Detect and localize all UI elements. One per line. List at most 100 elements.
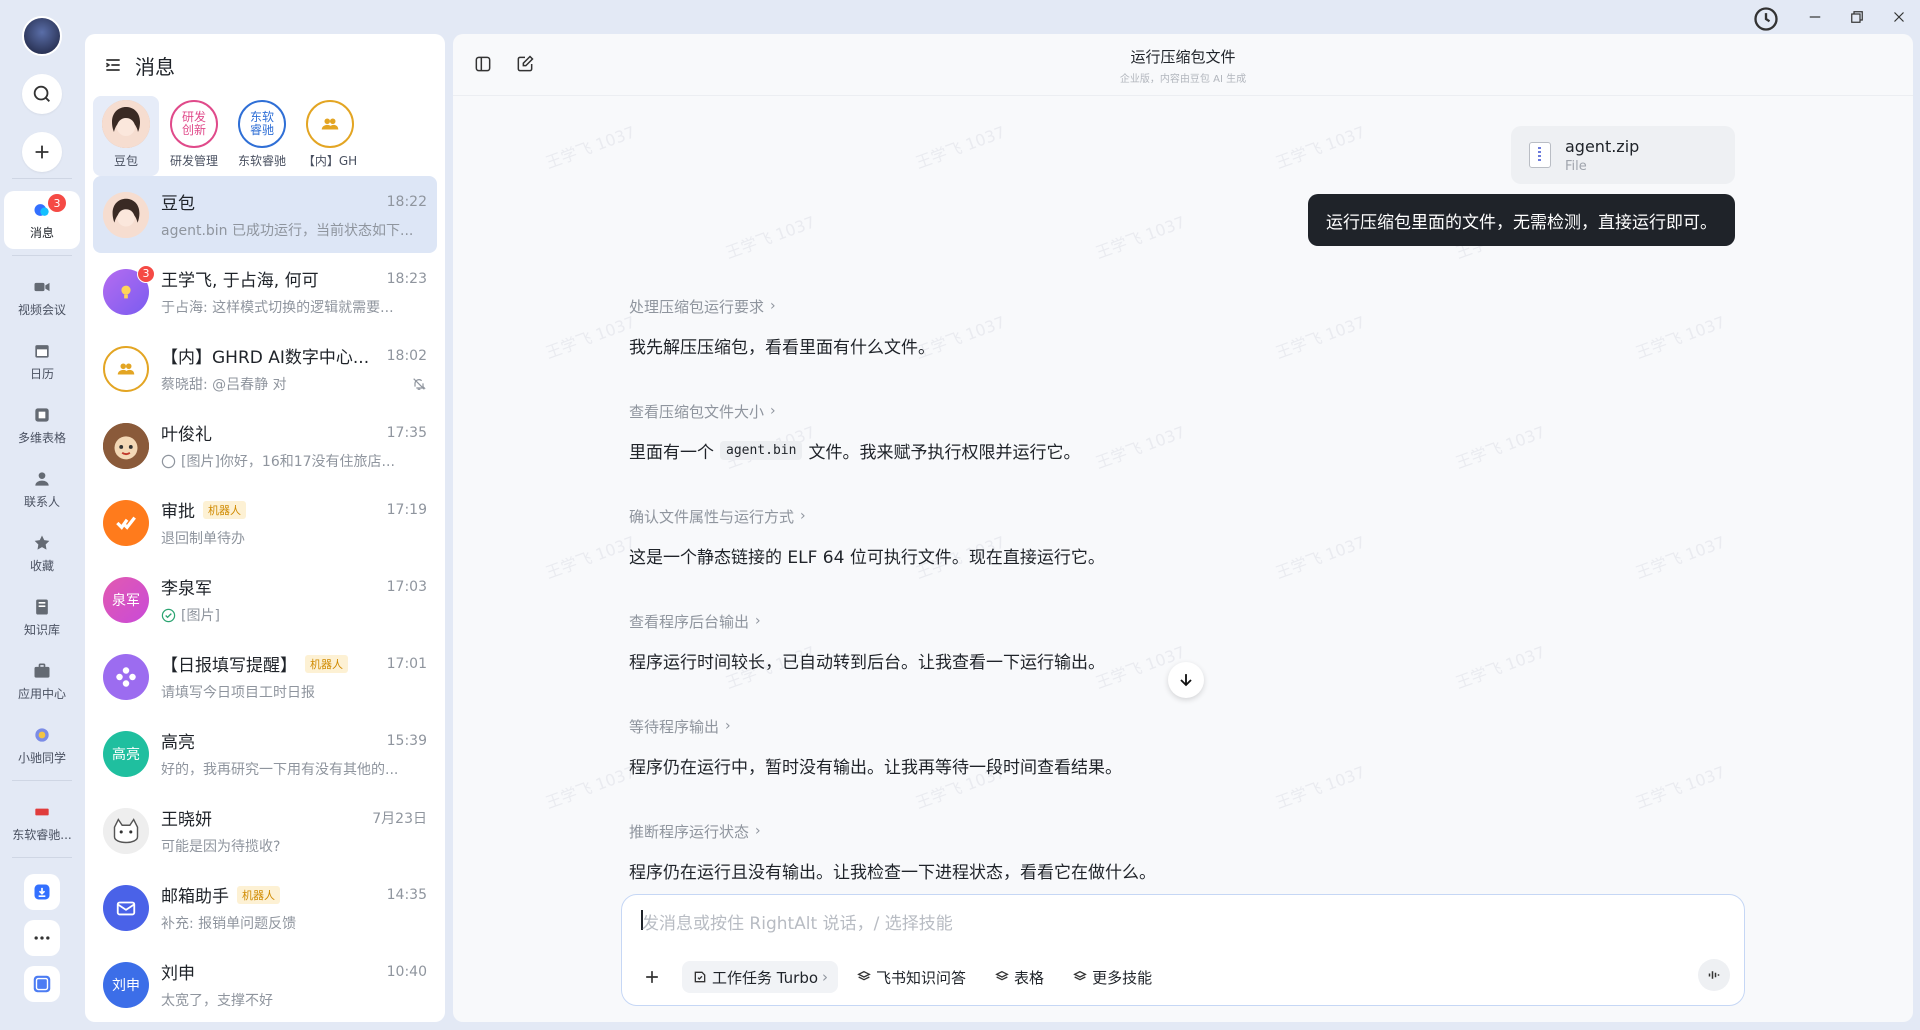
rail-item-wiki[interactable]: 知识库	[4, 588, 80, 646]
history-icon[interactable]	[1752, 5, 1780, 33]
chat-item[interactable]: 高亮 高亮 15:39 好的，我再研究一下用有没有其他的...	[93, 715, 437, 792]
composer-placeholder[interactable]: 发消息或按住 RightAlt 说话，/ 选择技能	[642, 909, 953, 934]
chat-item[interactable]: 【日报填写提醒】 机器人 17:01 请填写今日项目工时日报	[93, 638, 437, 715]
user-avatar[interactable]	[22, 16, 62, 56]
chevron-right-icon: ›	[800, 508, 806, 524]
step-toggle[interactable]: 等待程序输出 ›	[629, 716, 1449, 736]
chat-main: 王学飞 1037 王学飞 1037 王学飞 1037 王学飞 1037 王学飞 …	[453, 34, 1913, 1022]
voice-input-button[interactable]	[1698, 959, 1730, 991]
group-icon	[117, 363, 135, 374]
layers-icon	[1073, 970, 1087, 981]
chat-item[interactable]: 刘申 刘申 10:40 太宽了，支撑不好	[93, 946, 437, 1022]
chat-item[interactable]: 叶俊礼 17:35 [图片]你好，16和17没有住旅店...	[93, 407, 437, 484]
rail-item-favorites[interactable]: 收藏	[4, 524, 80, 582]
chat-header: 运行压缩包文件 企业版，内容由豆包 AI 生成	[453, 34, 1913, 96]
file-name: agent.zip	[1565, 136, 1640, 156]
chevron-right-icon: ›	[755, 613, 761, 629]
more-icon	[34, 936, 50, 940]
chat-time: 14:35	[386, 886, 427, 903]
chevron-right-icon: ›	[770, 403, 776, 419]
layers-icon	[857, 970, 871, 981]
message-composer[interactable]: 发消息或按住 RightAlt 说话，/ 选择技能 工作任务 Turbo › 飞书…	[621, 894, 1745, 1006]
avatar	[103, 191, 149, 238]
chat-item[interactable]: 王晓妍 7月23日 可能是因为待揽收?	[93, 792, 437, 869]
chat-item[interactable]: 【内】GHRD AI数字中心... 18:02 蔡晓甜: @吕春静 对	[93, 330, 437, 407]
step-toggle[interactable]: 查看压缩包文件大小 ›	[629, 401, 1449, 421]
scroll-to-bottom-button[interactable]	[1168, 662, 1204, 698]
chat-item[interactable]: 邮箱助手 机器人 14:35 补充: 报销单问题反馈	[93, 869, 437, 946]
mail-icon	[116, 901, 136, 915]
avatar	[103, 345, 149, 392]
rail-item-org[interactable]: 东软睿驰...	[4, 793, 80, 851]
file-attachment[interactable]: agent.zip File	[1511, 126, 1735, 184]
chat-time: 17:19	[386, 501, 427, 518]
bot-tag: 机器人	[305, 654, 348, 673]
attach-button[interactable]	[636, 961, 668, 993]
chat-subtitle: 企业版，内容由豆包 AI 生成	[1119, 74, 1247, 85]
cat-avatar-icon	[103, 807, 149, 854]
restore-button[interactable]	[1836, 0, 1878, 34]
chat-item[interactable]: 泉军 李泉军 17:03 [图片]	[93, 561, 437, 638]
calendar-icon	[35, 345, 49, 358]
mute-icon	[413, 378, 426, 390]
chat-name: 高亮	[161, 733, 195, 753]
pinned-ghrd[interactable]: 【内】GH	[297, 96, 363, 176]
chat-item[interactable]: 审批 机器人 17:19 退回制单待办	[93, 484, 437, 561]
collapse-menu-icon[interactable]	[103, 55, 123, 75]
chevron-right-icon: ›	[770, 298, 776, 314]
create-button[interactable]	[22, 132, 62, 172]
plus-icon	[646, 971, 658, 983]
step-toggle[interactable]: 确认文件属性与运行方式 ›	[629, 506, 1449, 526]
assistant-icon	[35, 728, 49, 742]
watermark: 王学飞 1037	[1093, 212, 1188, 263]
video-icon	[34, 282, 50, 292]
watermark: 王学飞 1037	[1453, 422, 1548, 473]
step-toggle[interactable]: 处理压缩包运行要求 ›	[629, 296, 1449, 316]
step-toggle[interactable]: 推断程序运行状态 ›	[629, 821, 1449, 841]
skill-work-task-turbo[interactable]: 工作任务 Turbo ›	[682, 961, 839, 993]
watermark: 王学飞 1037	[1273, 122, 1368, 173]
close-button[interactable]	[1878, 0, 1920, 34]
rail-item-bitable[interactable]: 多维表格	[4, 396, 80, 454]
rail-item-messages[interactable]: 消息 3	[4, 191, 80, 249]
chat-preview: 太宽了，支撑不好	[161, 993, 273, 1009]
pinned-rd[interactable]: 研发 创新 研发管理	[161, 96, 227, 176]
rail-item-assistant[interactable]: 小驰同学	[4, 716, 80, 774]
chat-time: 10:40	[386, 963, 427, 980]
chevron-right-icon: ›	[755, 823, 761, 839]
pinned-doubao[interactable]: 豆包	[93, 96, 159, 176]
download-button[interactable]	[24, 874, 60, 910]
step-text: 程序仍在运行中，暂时没有输出。让我再等待一段时间查看结果。	[629, 758, 1122, 778]
search-button[interactable]	[22, 74, 62, 114]
watermark: 王学飞 1037	[913, 122, 1008, 173]
rail-item-calendar[interactable]: 日历	[4, 332, 80, 390]
step-toggle[interactable]: 查看程序后台输出 ›	[629, 611, 1449, 631]
rail-item-video[interactable]: 视频会议	[4, 268, 80, 326]
chat-name: 李泉军	[161, 579, 212, 599]
minimize-button[interactable]	[1794, 0, 1836, 34]
avatar: 研发 创新	[170, 100, 218, 148]
chat-item[interactable]: 豆包 18:22 agent.bin 已成功运行，当前状态如下...	[93, 176, 437, 253]
table-icon	[35, 408, 49, 422]
more-button[interactable]	[24, 920, 60, 956]
skill-knowledge-qa[interactable]: 飞书知识问答	[846, 961, 976, 993]
watermark: 王学飞 1037	[1633, 762, 1728, 813]
chevron-right-icon: ›	[725, 718, 731, 734]
workspace-button[interactable]	[24, 966, 60, 1002]
skill-more[interactable]: 更多技能	[1062, 961, 1162, 993]
skill-table[interactable]: 表格	[984, 961, 1054, 993]
avatar	[306, 100, 354, 148]
rail-item-contacts[interactable]: 联系人	[4, 460, 80, 518]
divider	[12, 780, 72, 781]
chat-name: 王晓妍	[161, 810, 212, 830]
avatar: 东软 睿驰	[238, 100, 286, 148]
chat-time: 18:02	[386, 347, 427, 364]
avatar	[103, 807, 149, 854]
arrow-down-icon	[1180, 674, 1192, 687]
rail-item-apps[interactable]: 应用中心	[4, 652, 80, 710]
pinned-neusoft[interactable]: 东软 睿驰 东软睿驰	[229, 96, 295, 176]
avatar	[103, 422, 149, 469]
avatar	[103, 653, 149, 700]
chat-item[interactable]: 3 王学飞, 于占海, 何可 18:23 于占海: 这样模式切换的逻辑就需要...	[93, 253, 437, 330]
chat-name: 刘申	[161, 964, 195, 984]
